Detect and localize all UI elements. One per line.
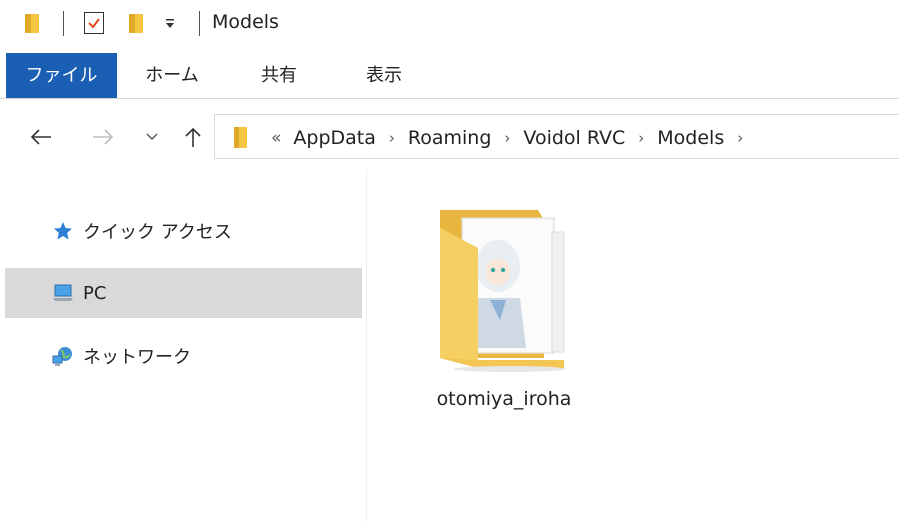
customize-toolbar-icon[interactable] [165,16,175,30]
sidebar-item-network[interactable]: ネットワーク [5,331,362,381]
folder-item[interactable]: otomiya_iroha [418,202,590,427]
toolbar-separator [63,11,64,36]
sidebar-item-label: ネットワーク [83,347,191,368]
star-icon [52,220,74,242]
tab-view[interactable]: 表示 [342,53,426,98]
toolbar-separator [199,11,200,36]
pane-divider[interactable] [366,170,367,522]
breadcrumb: « AppData › Roaming › Voidol RVC › Model… [271,115,756,160]
tab-file[interactable]: ファイル [6,53,117,98]
sidebar-item-label: クイック アクセス [83,222,232,243]
tab-share[interactable]: 共有 [237,53,321,98]
folder-name-label: otomiya_iroha [436,388,572,410]
forward-arrow-icon [93,129,114,145]
folder-thumbnail-icon [440,210,566,372]
ribbon: ファイル ホーム 共有 表示 [0,53,899,98]
pc-icon [52,282,74,304]
tab-home[interactable]: ホーム [126,53,218,98]
window-title: Models [212,11,279,33]
chevron-down-icon [146,133,158,141]
breadcrumb-separator-icon[interactable]: › [638,129,644,147]
network-icon [52,345,74,367]
ribbon-divider [0,98,899,99]
back-button[interactable] [26,122,56,152]
sidebar-item-label: PC [83,282,107,304]
breadcrumb-overflow-icon[interactable]: « [271,128,281,148]
folder-icon [234,127,247,148]
up-button[interactable] [181,122,205,152]
breadcrumb-separator-icon[interactable]: › [504,129,510,147]
folder-icon[interactable] [24,12,40,34]
breadcrumb-item[interactable]: Roaming [408,127,492,149]
recent-locations-button[interactable] [143,122,161,152]
breadcrumb-item[interactable]: AppData [293,127,376,149]
breadcrumb-item[interactable]: Models [657,127,724,149]
breadcrumb-separator-icon[interactable]: › [737,129,743,147]
back-arrow-icon [30,129,51,145]
sidebar-item-quick-access[interactable]: クイック アクセス [5,206,362,256]
navigation-pane: クイック アクセス PC ネットワーク [0,170,366,522]
up-arrow-icon [185,127,201,147]
new-folder-icon[interactable] [128,12,144,34]
properties-icon[interactable] [84,12,104,34]
title-bar: Models [0,0,899,48]
forward-button[interactable] [88,122,118,152]
breadcrumb-separator-icon[interactable]: › [389,129,395,147]
breadcrumb-item[interactable]: Voidol RVC [523,127,625,149]
address-bar[interactable]: « AppData › Roaming › Voidol RVC › Model… [214,114,899,159]
sidebar-item-pc[interactable]: PC [5,268,362,318]
